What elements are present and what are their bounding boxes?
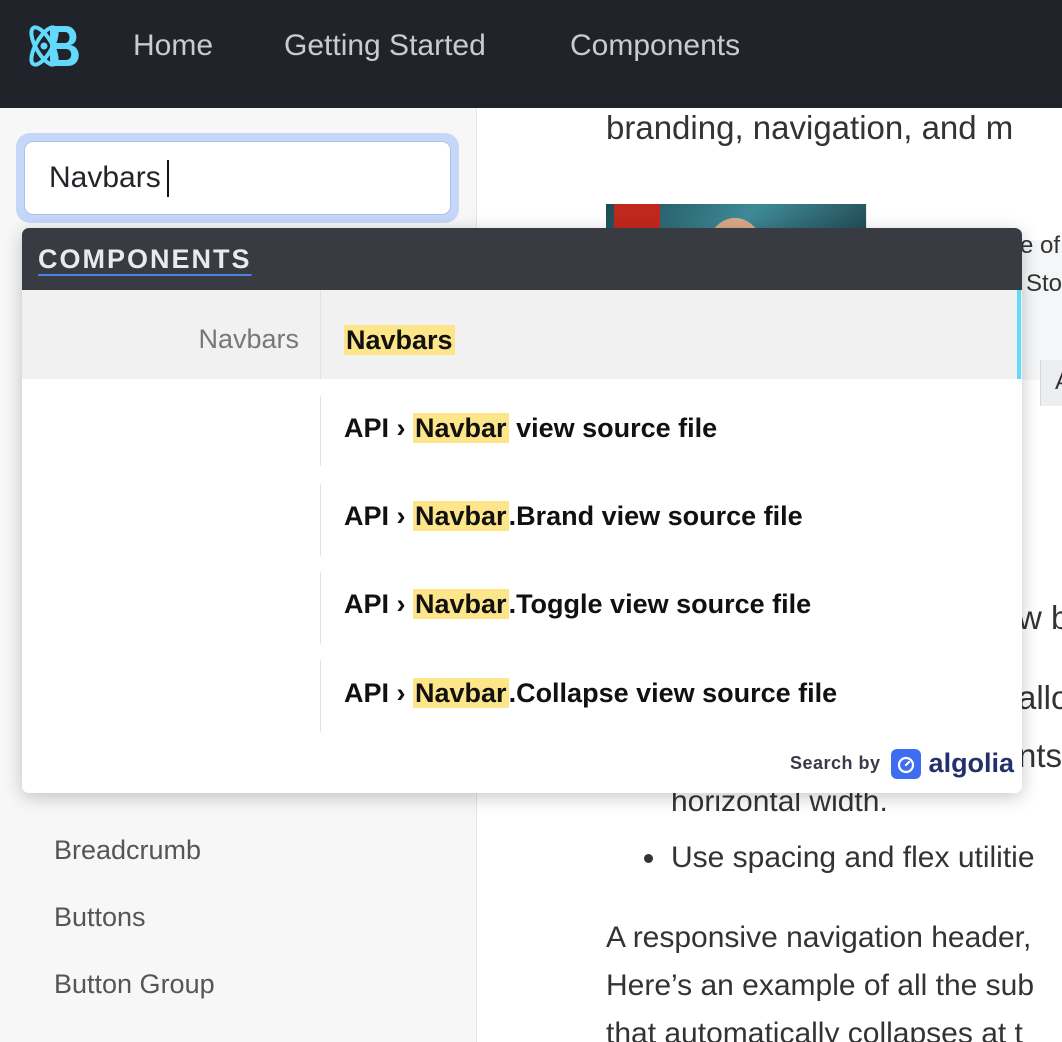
result-suffix: .Collapse view source file [508, 678, 838, 708]
result-prefix: API › [344, 413, 414, 443]
algolia-brand: algolia [928, 748, 1015, 778]
sidebar-item-buttons[interactable]: Buttons [54, 899, 146, 935]
results-category-label[interactable]: COMPONENTS [38, 242, 252, 276]
result-prefix: API › [344, 678, 414, 708]
top-navbar: Home Getting Started Components [0, 0, 1062, 108]
content-fragment-3: nts [1018, 737, 1062, 774]
paragraph-line-2: Here’s an example of all the sub [606, 969, 1035, 1002]
search-by-label: Search by [790, 753, 881, 773]
column-divider [320, 290, 321, 379]
search-by-algolia[interactable]: Search by algolia [790, 748, 1014, 779]
match-highlight: Navbar [413, 501, 509, 531]
algolia-stopwatch-icon [890, 748, 921, 779]
result-subcategory: Navbars [198, 324, 299, 354]
nav-link-components[interactable]: Components [570, 26, 740, 66]
list-bullet [644, 854, 653, 863]
react-bootstrap-logo-icon[interactable] [20, 14, 88, 78]
match-highlight: Navbar [413, 413, 509, 443]
result-suffix: .Toggle view source file [508, 589, 812, 619]
result-prefix: API › [344, 501, 414, 531]
nav-link-getting-started[interactable]: Getting Started [284, 26, 486, 66]
match-highlight: Navbar [413, 678, 509, 708]
content-fragment-2: allo [1018, 679, 1062, 716]
result-suffix: .Brand view source file [508, 501, 803, 531]
sidebar-item-breadcrumb[interactable]: Breadcrumb [54, 832, 201, 868]
sidebar-item-button-group[interactable]: Button Group [54, 966, 215, 1002]
text-caret [167, 160, 169, 197]
result-item[interactable]: API › Navbar view source file [344, 408, 717, 448]
search-results-dropdown: COMPONENTS Navbars Navbars API › Navbar … [22, 228, 1022, 793]
result-suffix: view source file [508, 413, 718, 443]
result-prefix: API › [344, 589, 414, 619]
column-divider [320, 660, 321, 732]
card-side-panel [1018, 240, 1062, 380]
results-category-header: COMPONENTS [22, 228, 1022, 290]
paragraph-line-3: that automatically collapses at t [606, 1017, 1023, 1042]
content-fragment-1: w b [1018, 599, 1062, 636]
card-button-label: A [1055, 368, 1062, 396]
paragraph-line-1: A responsive navigation header, [606, 921, 1032, 954]
result-item[interactable]: API › Navbar.Toggle view source file [344, 584, 811, 624]
result-row-selected[interactable] [22, 290, 1022, 379]
column-divider [320, 484, 321, 556]
column-divider [320, 572, 321, 644]
intro-text-line: branding, navigation, and m [606, 109, 1014, 146]
match-highlight: Navbar [413, 589, 509, 619]
card-text-2: Sto [1026, 270, 1062, 297]
card-text-1: e of [1020, 232, 1061, 259]
match-highlight: Navbars [344, 325, 455, 355]
result-item[interactable]: API › Navbar.Brand view source file [344, 496, 803, 536]
column-divider [320, 396, 321, 466]
bullet-text: Use spacing and flex utilitie [671, 841, 1035, 874]
search-input[interactable] [24, 141, 451, 215]
result-item[interactable]: API › Navbar.Collapse view source file [344, 673, 837, 713]
card-button[interactable]: A [1040, 360, 1062, 406]
result-title-top[interactable]: Navbars [344, 320, 455, 360]
selected-row-accent [1017, 290, 1021, 379]
nav-link-home[interactable]: Home [133, 26, 213, 66]
